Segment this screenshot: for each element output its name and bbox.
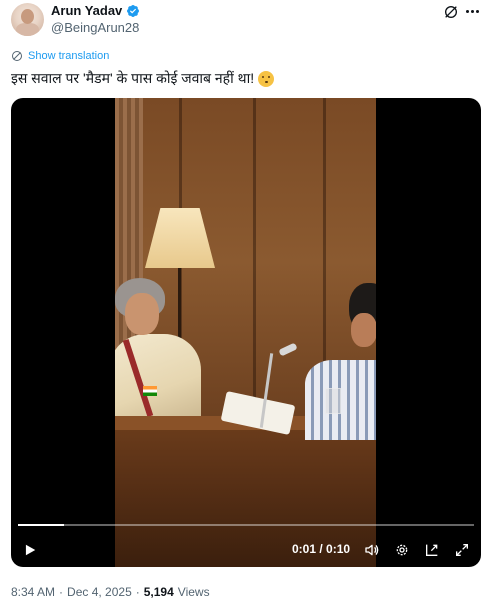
avatar-face [21,9,34,24]
author-name-row: Arun Yadav [51,3,140,18]
views-label: Views [177,585,210,599]
footer-separator: · [135,585,140,599]
more-icon[interactable] [466,10,480,14]
video-time: 0:01 / 0:10 [292,542,351,556]
volume-icon[interactable] [364,542,380,558]
play-icon[interactable] [23,543,37,557]
more-dot [471,10,474,13]
tweet-date[interactable]: Dec 4, 2025 [67,585,132,599]
video-frame [115,98,376,567]
more-dot [476,10,479,13]
tweet-time[interactable]: 8:34 AM [11,585,55,599]
tweet-text: इस सवाल पर 'मैडम' के पास कोई जवाब नहीं थ… [11,69,275,88]
globe-icon [12,51,22,61]
grok-icon[interactable] [443,4,459,20]
avatar-body [16,23,39,36]
settings-icon[interactable] [394,542,410,558]
person-right-face [351,313,376,347]
lamp-shade [145,208,215,268]
microphone-head [278,342,298,357]
show-translation-label: Show translation [28,50,110,62]
avatar[interactable] [11,3,44,36]
wall-panel-line [253,98,256,428]
more-dot [466,10,469,13]
show-translation-link[interactable]: Show translation [11,50,109,62]
video-progress-bar[interactable] [18,524,474,526]
shushing-face-emoji-icon [258,70,275,87]
author-name[interactable]: Arun Yadav [51,3,122,18]
tweet-text-content: इस सवाल पर 'मैडम' के पास कोई जवाब नहीं थ… [11,70,255,86]
views-count: 5,194 [143,585,174,599]
verified-badge-icon [127,4,140,17]
picture-in-picture-icon[interactable] [424,542,440,558]
footer-separator: · [59,585,64,599]
water-glass [325,388,341,414]
person-left-face [125,293,159,335]
video-progress-fill [18,524,64,526]
fullscreen-icon[interactable] [454,542,470,558]
tweet-header: Arun Yadav @BeingArun28 [0,0,486,44]
tweet-footer: 8:34 AM · Dec 4, 2025 · 5,194 Views [11,585,210,599]
author-handle[interactable]: @BeingArun28 [51,20,139,35]
video-player[interactable]: 0:01 / 0:10 [11,98,481,567]
desk-flag [143,386,157,396]
